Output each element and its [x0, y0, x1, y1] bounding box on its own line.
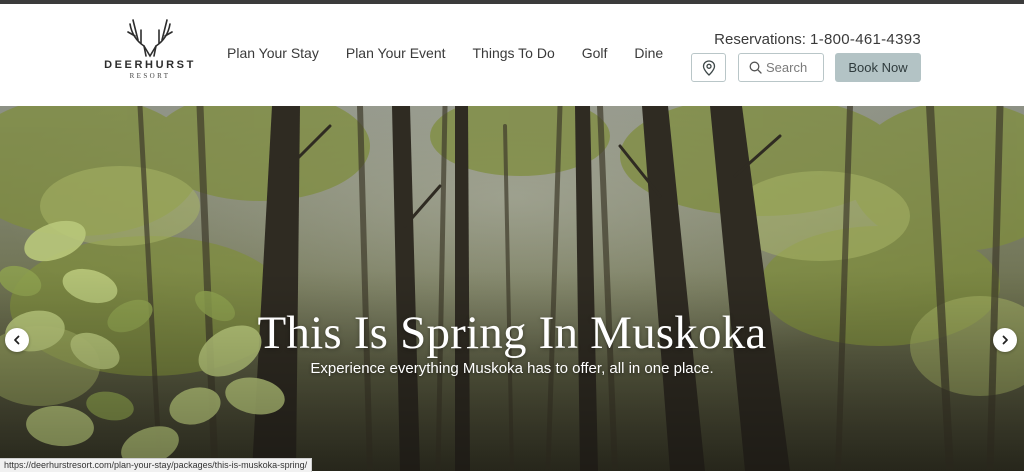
nav-item-things-to-do[interactable]: Things To Do	[473, 45, 555, 61]
hero-carousel: This Is Spring In Muskoka Experience eve…	[0, 106, 1024, 471]
logo-subtitle: RESORT	[129, 72, 171, 80]
hero-subtitle: Experience everything Muskoka has to off…	[310, 360, 714, 377]
map-pin-icon	[702, 59, 715, 76]
reservations-phone[interactable]: 1-800-461-4393	[810, 31, 921, 48]
location-button[interactable]	[691, 53, 726, 82]
hero-title: This Is Spring In Muskoka	[257, 307, 767, 359]
chevron-right-icon	[1002, 335, 1008, 345]
main-nav: Plan Your Stay Plan Your Event Things To…	[227, 45, 663, 61]
reservations-label: Reservations:	[714, 31, 806, 48]
carousel-next-button[interactable]	[993, 328, 1017, 352]
site-header: DEERHURST RESORT Plan Your Stay Plan You…	[0, 4, 1024, 107]
antler-icon	[127, 19, 173, 58]
book-now-button[interactable]: Book Now	[835, 53, 921, 82]
search-icon	[749, 61, 762, 74]
reservations-line: Reservations: 1-800-461-4393	[714, 31, 921, 48]
forest-background-image	[0, 106, 1024, 471]
chevron-left-icon	[14, 335, 20, 345]
deerhurst-logo[interactable]: DEERHURST RESORT	[100, 16, 200, 96]
search-input[interactable]	[766, 60, 818, 75]
status-bar-url: https://deerhurstresort.com/plan-your-st…	[0, 458, 313, 472]
nav-item-golf[interactable]: Golf	[582, 45, 608, 61]
nav-item-dine[interactable]: Dine	[634, 45, 663, 61]
search-field[interactable]	[738, 53, 824, 82]
logo-wordmark: DEERHURST	[104, 59, 196, 71]
carousel-prev-button[interactable]	[5, 328, 29, 352]
nav-item-plan-your-event[interactable]: Plan Your Event	[346, 45, 446, 61]
nav-item-plan-your-stay[interactable]: Plan Your Stay	[227, 45, 319, 61]
